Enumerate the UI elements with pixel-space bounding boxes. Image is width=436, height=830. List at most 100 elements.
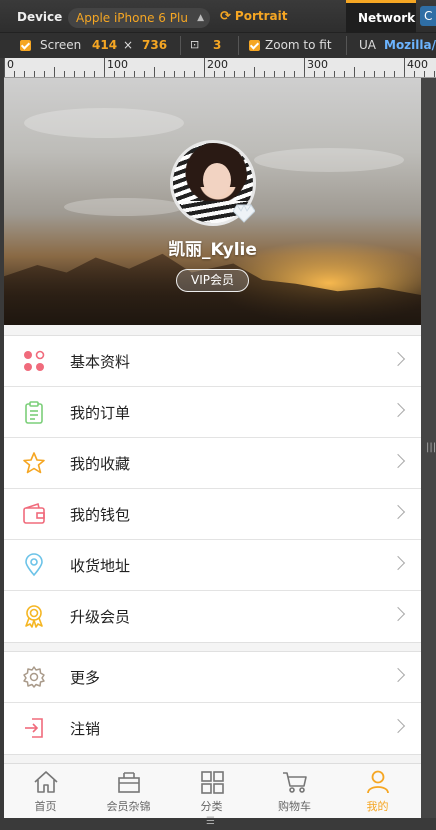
profile-header: 凯丽_Kylie VIP会员 (4, 78, 421, 325)
screen-width-field[interactable]: 414 (92, 38, 117, 52)
tab-label: 首页 (34, 800, 57, 813)
zoom-checkbox[interactable] (249, 40, 260, 51)
cloud (64, 198, 184, 216)
ruler-tick (304, 58, 305, 77)
menu-item-label: 收货地址 (70, 557, 131, 575)
dpr-field[interactable]: 3 (213, 38, 221, 52)
chevron-right-icon (390, 606, 406, 622)
ruler-tick (124, 71, 125, 77)
ruler-tick (24, 71, 25, 77)
ruler-tick (374, 71, 375, 77)
ruler-tick (54, 67, 55, 77)
menu-item-label: 我的订单 (70, 404, 131, 422)
ruler-tick (354, 67, 355, 77)
tab-member-mix[interactable]: 会员杂锦 (87, 764, 170, 818)
menu-item-profile[interactable]: 基本资料 (4, 336, 421, 387)
devtools-toolbar: Device Apple iPhone 6 Plu ▲ ⟳ Portrait Ne… (0, 0, 436, 58)
menu-item-favorites[interactable]: 我的收藏 (4, 438, 421, 489)
chevron-right-icon (390, 453, 406, 469)
resize-handle-bottom[interactable]: ☰ (0, 816, 436, 830)
menu-item-orders[interactable]: 我的订单 (4, 387, 421, 438)
ruler-tick (204, 58, 205, 77)
ruler-tick (104, 58, 105, 77)
cloud (254, 148, 404, 172)
chevron-right-icon (390, 504, 406, 520)
ruler-tick (414, 71, 415, 77)
chevron-right-icon (390, 351, 406, 367)
vip-badge[interactable]: VIP会员 (176, 269, 249, 292)
orientation-label: Portrait (234, 9, 288, 23)
orientation-toggle[interactable]: ⟳ Portrait (220, 9, 287, 24)
avatar-face (203, 163, 231, 197)
ruler-tick (254, 67, 255, 77)
tab-category[interactable]: 分类 (170, 764, 253, 818)
tab-cart[interactable]: 购物车 (253, 764, 336, 818)
tab-label: 我的 (366, 800, 389, 813)
tab-home[interactable]: 首页 (4, 764, 87, 818)
ruler-tick (144, 71, 145, 77)
ruler-tick (244, 71, 245, 77)
select-arrows-icon: ▲ (197, 13, 204, 23)
grid-icon (201, 771, 224, 794)
ua-field[interactable]: Mozilla/5 (384, 38, 436, 52)
menu-item-address[interactable]: 收货地址 (4, 540, 421, 591)
menu-item-label: 我的钱包 (70, 506, 131, 524)
tab-label: 购物车 (278, 800, 311, 813)
screen-label: Screen (40, 38, 82, 52)
cloud (24, 108, 184, 138)
menu-more: 更多 注销 (4, 651, 421, 755)
ruler-label: 100 (107, 58, 128, 71)
tab-label: 会员杂锦 (106, 800, 151, 813)
tab-bar: 首页 会员杂锦 分类 购物车 我的 (4, 763, 421, 818)
devtools-row-screen: Screen 414 × 736 ⊡ 3 Zoom to fit UA Mozi… (0, 33, 436, 58)
logout-icon (25, 718, 43, 738)
ruler-tick (404, 58, 405, 77)
star-icon (23, 452, 45, 474)
resize-handle-right[interactable]: ||| (421, 78, 436, 830)
ruler-tick (44, 71, 45, 77)
screen-checkbox[interactable] (20, 40, 31, 51)
times-sign: × (123, 38, 134, 52)
ruler-tick (394, 71, 395, 77)
ruler-tick (424, 71, 425, 77)
ruler-tick (214, 71, 215, 77)
screen-height-field[interactable]: 736 (142, 38, 167, 52)
tab-console-partial[interactable]: C (420, 6, 436, 26)
divider (238, 36, 239, 55)
ruler-tick (324, 71, 325, 77)
menu-item-logout[interactable]: 注销 (4, 703, 421, 754)
grip-icon: ☰ (206, 816, 215, 827)
devtools-row-device: Device Apple iPhone 6 Plu ▲ ⟳ Portrait Ne… (0, 0, 436, 33)
ruler-tick (14, 71, 15, 77)
menu-item-upgrade[interactable]: 升级会员 (4, 591, 421, 642)
medal-icon (25, 605, 43, 628)
ruler-tick (194, 71, 195, 77)
tab-label: 分类 (200, 800, 223, 813)
tab-mine[interactable]: 我的 (336, 764, 419, 818)
ruler-tick (264, 71, 265, 77)
ruler-tick (4, 58, 5, 77)
ruler-tick (234, 71, 235, 77)
ruler-tick (114, 71, 115, 77)
phone-viewport: 凯丽_Kylie VIP会员 基本资料 我的订单 我的收藏 我的钱包 收货地址 … (4, 78, 421, 818)
home-icon (34, 771, 58, 793)
chevron-right-icon (390, 667, 406, 683)
ruler-tick (434, 71, 435, 77)
person-icon (367, 770, 389, 794)
device-select[interactable]: Apple iPhone 6 Plu ▲ (68, 8, 210, 28)
menu-main: 基本资料 我的订单 我的收藏 我的钱包 收货地址 升级会员 (4, 335, 421, 643)
chevron-right-icon (390, 555, 406, 571)
menu-item-more[interactable]: 更多 (4, 652, 421, 703)
gear-icon (23, 666, 45, 688)
tab-network[interactable]: Network (346, 0, 416, 33)
ruler-tick (364, 71, 365, 77)
menu-item-wallet[interactable]: 我的钱包 (4, 489, 421, 540)
device-label: Device (17, 10, 63, 24)
rotate-icon: ⟳ (220, 9, 231, 24)
ruler-tick (224, 71, 225, 77)
ruler-label: 0 (7, 58, 14, 71)
ruler-tick (184, 71, 185, 77)
ruler-tick (154, 67, 155, 77)
ruler-tick (274, 71, 275, 77)
device-select-value: Apple iPhone 6 Plu (76, 11, 188, 25)
